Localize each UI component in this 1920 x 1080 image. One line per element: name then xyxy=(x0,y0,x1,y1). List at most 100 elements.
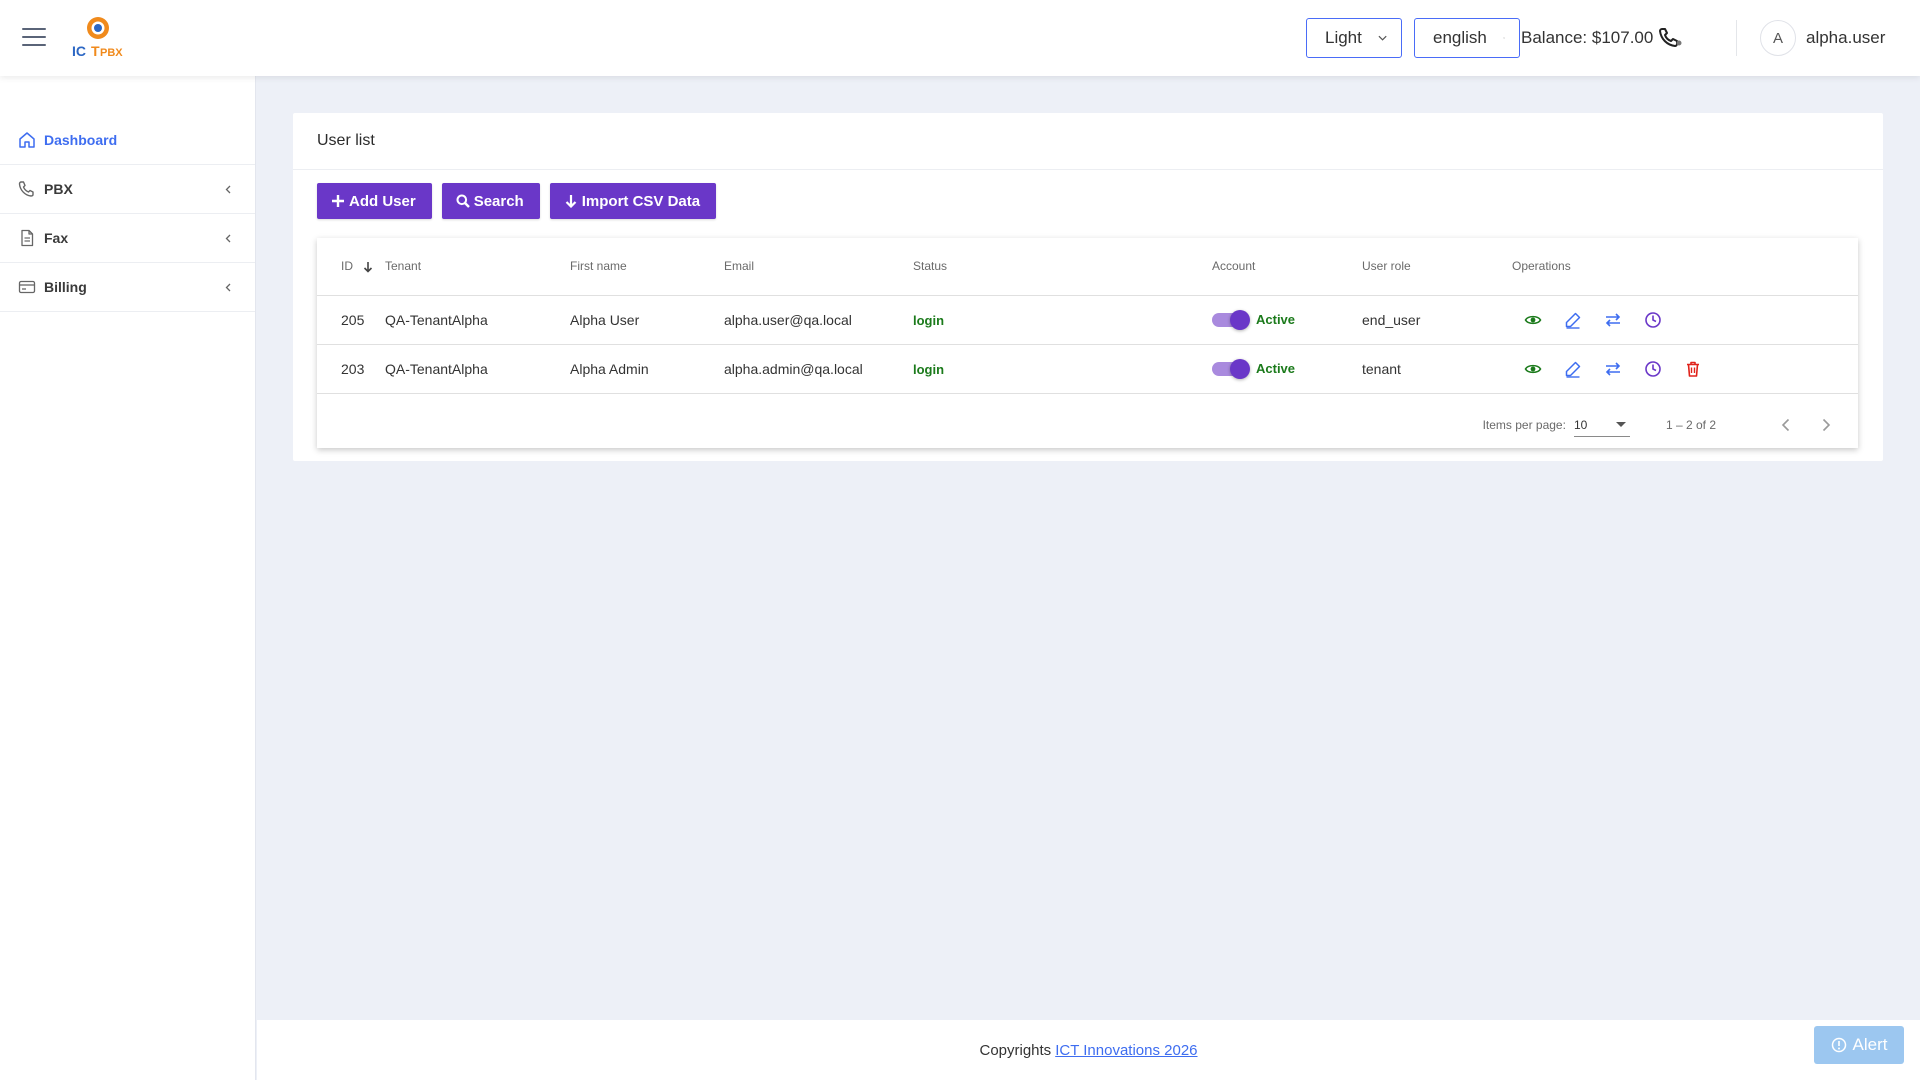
menu-toggle-icon[interactable] xyxy=(22,28,46,46)
next-page-icon[interactable] xyxy=(1818,417,1834,433)
cell-email: alpha.user@qa.local xyxy=(724,295,913,345)
page-size-value: 10 xyxy=(1573,417,1588,432)
column-header-tenant[interactable]: Tenant xyxy=(385,238,570,296)
alert-button-label: Alert xyxy=(1852,1035,1888,1054)
language-select[interactable]: english xyxy=(1414,18,1520,58)
transfer-icon[interactable] xyxy=(1604,311,1622,329)
column-header-first-name[interactable]: First name xyxy=(570,238,724,296)
column-header-email[interactable]: Email xyxy=(724,238,913,296)
account-status-text: Active xyxy=(1256,312,1296,327)
eye-icon[interactable] xyxy=(1524,311,1542,329)
language-select-value: english xyxy=(1433,28,1487,47)
cell-operations xyxy=(1512,295,1858,345)
username[interactable]: alpha.user xyxy=(1806,28,1885,48)
cell-status: login xyxy=(913,295,1212,345)
items-per-page-label: Items per page: xyxy=(1482,418,1566,432)
user-table-container: ID Tenant First name Email Status Accoun… xyxy=(317,238,1858,448)
column-header-operations: Operations xyxy=(1512,238,1858,296)
cell-tenant: QA-TenantAlpha xyxy=(385,295,570,345)
edit-icon[interactable] xyxy=(1564,360,1582,378)
credit-card-icon xyxy=(18,280,36,294)
balance-text: Balance: $107.00 xyxy=(1521,28,1654,47)
cell-first-name: Alpha User xyxy=(570,295,724,345)
import-csv-button-label: Import CSV Data xyxy=(581,192,701,210)
import-csv-button[interactable]: Import CSV Data xyxy=(549,183,717,219)
sidebar-item-label: Fax xyxy=(44,230,69,246)
user-list-card: User list Add User Search Import CSV Dat… xyxy=(293,113,1883,461)
alert-button[interactable]: Alert xyxy=(1814,1026,1904,1064)
cell-tenant: QA-TenantAlpha xyxy=(385,344,570,394)
cell-user-role: end_user xyxy=(1362,295,1512,345)
cell-id: 203 xyxy=(317,344,385,394)
chevron-left-icon xyxy=(225,185,231,193)
search-button-label: Search xyxy=(473,192,524,210)
page-size-select[interactable]: 10 xyxy=(1573,413,1630,437)
column-header-account[interactable]: Account xyxy=(1212,238,1362,296)
caret-down-icon xyxy=(1615,422,1626,427)
cell-email: alpha.admin@qa.local xyxy=(724,344,913,394)
previous-page-icon[interactable] xyxy=(1778,417,1794,433)
search-button[interactable]: Search xyxy=(441,183,540,219)
page-range-text: 1 – 2 of 2 xyxy=(1665,418,1716,432)
info-icon xyxy=(1831,1037,1846,1053)
copyright-link[interactable]: ICT Innovations 2026 xyxy=(1055,1042,1197,1059)
theme-select[interactable]: Light xyxy=(1306,18,1402,58)
footer: Copyrights ICT Innovations 2026 xyxy=(257,1020,1920,1080)
user-table: ID Tenant First name Email Status Accoun… xyxy=(317,238,1858,394)
toolbar: Add User Search Import CSV Data xyxy=(317,183,717,219)
cell-id: 205 xyxy=(317,295,385,345)
chevron-left-icon xyxy=(225,234,231,242)
clock-icon[interactable] xyxy=(1644,360,1662,378)
table-row: 203 QA-TenantAlpha Alpha Admin alpha.adm… xyxy=(317,344,1858,394)
avatar[interactable]: A xyxy=(1760,20,1796,56)
home-icon xyxy=(19,132,35,148)
sidebar-item-fax[interactable]: Fax xyxy=(0,214,255,263)
chevron-left-icon xyxy=(225,283,231,291)
document-icon xyxy=(21,229,34,247)
edit-icon[interactable] xyxy=(1564,311,1582,329)
add-user-button-label: Add User xyxy=(349,192,416,210)
cell-first-name: Alpha Admin xyxy=(570,344,724,394)
cell-account: Active xyxy=(1212,344,1362,394)
delete-icon[interactable] xyxy=(1684,360,1702,378)
plus-icon xyxy=(332,195,344,207)
ictpbx-logo[interactable]: IC T PBX xyxy=(70,16,126,62)
table-row: 205 QA-TenantAlpha Alpha User alpha.user… xyxy=(317,295,1858,345)
cell-status: login xyxy=(913,344,1212,394)
cell-account: Active xyxy=(1212,295,1362,345)
cell-operations xyxy=(1512,344,1858,394)
sidebar-item-pbx[interactable]: PBX xyxy=(0,165,255,214)
table-header-row: ID Tenant First name Email Status Accoun… xyxy=(317,238,1858,296)
eye-icon[interactable] xyxy=(1524,360,1542,378)
clock-icon[interactable] xyxy=(1644,311,1662,329)
add-user-button[interactable]: Add User xyxy=(317,183,432,219)
svg-text:IC: IC xyxy=(72,43,86,59)
sidebar-item-label: Dashboard xyxy=(44,132,118,148)
arrow-down-icon xyxy=(364,262,373,273)
sidebar: Dashboard PBX Fax Billing xyxy=(0,76,256,1080)
status-badge: login xyxy=(913,312,945,328)
transfer-icon[interactable] xyxy=(1604,360,1622,378)
copyright-text: Copyrights xyxy=(979,1041,1052,1059)
column-header-user-role[interactable]: User role xyxy=(1362,238,1512,296)
cell-user-role: tenant xyxy=(1362,344,1512,394)
sidebar-item-label: PBX xyxy=(44,181,73,197)
header-divider xyxy=(1736,20,1737,56)
sidebar-item-label: Billing xyxy=(44,279,87,295)
sidebar-item-billing[interactable]: Billing xyxy=(0,263,255,312)
phone-icon[interactable] xyxy=(1658,26,1684,50)
svg-text:T: T xyxy=(91,43,100,59)
account-toggle[interactable] xyxy=(1212,358,1250,379)
account-status-text: Active xyxy=(1256,361,1296,376)
status-badge: login xyxy=(913,361,945,377)
chevron-down-icon xyxy=(1502,37,1505,39)
search-icon xyxy=(456,194,470,208)
sidebar-item-dashboard[interactable]: Dashboard xyxy=(0,116,255,165)
account-toggle[interactable] xyxy=(1212,309,1250,330)
theme-select-value: Light xyxy=(1325,28,1362,47)
arrow-down-icon xyxy=(565,195,577,208)
top-bar: IC T PBX Light english Balance: $107.00 … xyxy=(0,0,1920,76)
column-header-status[interactable]: Status xyxy=(913,238,1212,296)
svg-text:PBX: PBX xyxy=(100,47,123,59)
column-header-id[interactable]: ID xyxy=(317,238,385,296)
